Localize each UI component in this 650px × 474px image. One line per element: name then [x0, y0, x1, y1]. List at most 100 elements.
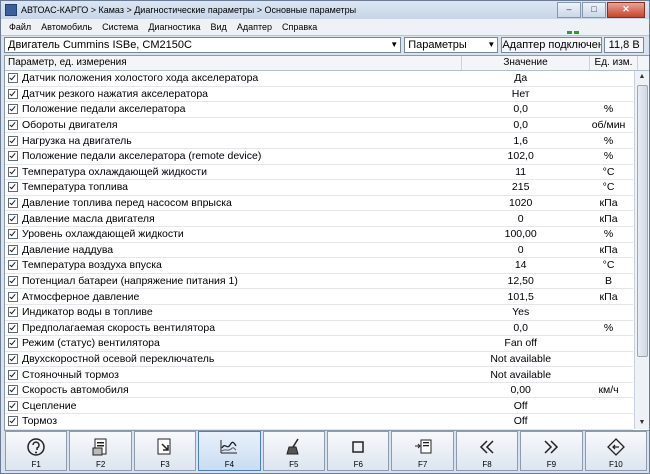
row-checkbox[interactable]: [8, 104, 18, 115]
table-row[interactable]: Потенциал батареи (напряжение питания 1)…: [5, 274, 633, 290]
row-checkbox[interactable]: [8, 385, 18, 396]
table-row[interactable]: Давление наддува 0 кПа: [5, 243, 633, 259]
param-name: Положение педали акселератора (remote de…: [22, 150, 262, 163]
row-checkbox[interactable]: [8, 182, 18, 193]
row-checkbox[interactable]: [8, 416, 18, 427]
row-checkbox[interactable]: [8, 88, 18, 99]
param-cell: Температура воздуха впуска: [5, 259, 457, 271]
value-cell: 0: [517, 212, 524, 225]
row-checkbox[interactable]: [8, 400, 18, 411]
menu-bar: Файл Автомобиль Система Диагностика Вид …: [1, 19, 649, 36]
row-checkbox[interactable]: [8, 260, 18, 271]
fkey-f7-button[interactable]: F7: [391, 431, 454, 471]
table-row[interactable]: Температура охлаждающей жидкости 11 °C: [5, 165, 633, 181]
unit-cell: кПа: [599, 243, 618, 256]
menu-file[interactable]: Файл: [9, 22, 31, 32]
param-name: Датчик резкого нажатия акселератора: [22, 87, 209, 100]
menu-adapter[interactable]: Адаптер: [237, 22, 272, 32]
table-row[interactable]: Скорость автомобиля 0,00 км/ч: [5, 383, 633, 399]
fkey-f5-button[interactable]: F5: [262, 431, 326, 471]
table-row[interactable]: Температура воздуха впуска 14 °C: [5, 258, 633, 274]
row-checkbox[interactable]: [8, 369, 18, 380]
row-checkbox[interactable]: [8, 307, 18, 318]
table-row[interactable]: Датчик резкого нажатия акселератора Нет: [5, 87, 633, 103]
param-name: Температура воздуха впуска: [22, 259, 162, 272]
scroll-thumb[interactable]: [637, 85, 648, 357]
table-row[interactable]: Уровень охлаждающей жидкости 100,00%: [5, 227, 633, 243]
value-cell: 215: [511, 181, 530, 194]
menu-diagnostics[interactable]: Диагностика: [148, 22, 200, 32]
value-cell: 0,0: [513, 321, 528, 334]
unit-cell: %: [603, 134, 614, 147]
header-param[interactable]: Параметр, ед. измерения: [5, 56, 462, 70]
row-checkbox[interactable]: [8, 213, 18, 224]
fkey-f2-button[interactable]: F2: [69, 431, 132, 471]
param-name: Потенциал батареи (напряжение питания 1): [22, 275, 238, 288]
menu-vehicle[interactable]: Автомобиль: [41, 22, 92, 32]
fkey-f8-button[interactable]: F8: [455, 431, 519, 471]
fkey-f1-button[interactable]: F1: [5, 431, 68, 471]
row-checkbox[interactable]: [8, 73, 18, 84]
row-checkbox[interactable]: [8, 353, 18, 364]
scroll-down-icon[interactable]: ▼: [635, 417, 649, 429]
row-checkbox[interactable]: [8, 198, 18, 209]
fkey-f10-button[interactable]: F10: [584, 431, 648, 471]
row-checkbox[interactable]: [8, 229, 18, 240]
table-row[interactable]: Индикатор воды в топливе Yes: [5, 305, 633, 321]
param-cell: Нагрузка на двигатель: [5, 135, 457, 147]
row-checkbox[interactable]: [8, 135, 18, 146]
table-row[interactable]: Стояночный тормоз Not available: [5, 367, 633, 383]
value-cell: 12,50: [507, 275, 534, 288]
vertical-scrollbar[interactable]: ▲ ▼: [634, 71, 649, 429]
fkey-f9-button[interactable]: F9: [520, 431, 583, 471]
header-value[interactable]: Значение: [462, 56, 590, 70]
fkey-f3-button[interactable]: F3: [133, 431, 197, 471]
table-row[interactable]: Обороты двигателя 0,0 об/мин: [5, 118, 633, 134]
value-cell: Off: [513, 415, 528, 428]
row-checkbox[interactable]: [8, 244, 18, 255]
header-unit[interactable]: Ед. изм.: [590, 56, 638, 70]
unit-cell: %: [603, 150, 614, 163]
table-row[interactable]: Положение педали акселератора (remote de…: [5, 149, 633, 165]
menu-help[interactable]: Справка: [282, 22, 317, 32]
close-button[interactable]: ✕: [607, 2, 645, 18]
maximize-button[interactable]: □: [582, 2, 606, 18]
row-checkbox[interactable]: [8, 338, 18, 349]
engine-select[interactable]: Двигатель Cummins ISBe, CM2150C ▼: [4, 37, 402, 53]
row-checkbox[interactable]: [8, 322, 18, 333]
params-select[interactable]: Параметры ▼: [404, 37, 499, 53]
row-checkbox[interactable]: [8, 166, 18, 177]
table-row[interactable]: Предполагаемая скорость вентилятора 0,0%: [5, 321, 633, 337]
fkey-f4-button[interactable]: F4: [198, 431, 261, 471]
table-row[interactable]: Атмосферное давление 101,5 кПа: [5, 289, 633, 305]
table-row[interactable]: Тормоз Off: [5, 414, 633, 430]
param-name: Сцепление: [22, 399, 77, 412]
table-row[interactable]: Нагрузка на двигатель 1,6%: [5, 133, 633, 149]
fkey-f6-button[interactable]: F6: [327, 431, 390, 471]
value-cell: 101,5: [507, 290, 534, 303]
value-cell: 0,0: [513, 119, 528, 132]
table-row[interactable]: Режим (статус) вентилятора Fan off: [5, 336, 633, 352]
table-row[interactable]: Двухскоростной осевой переключатель Not a…: [5, 352, 633, 368]
table-row[interactable]: Давление масла двигателя 0 кПа: [5, 211, 633, 227]
value-cell: 1020: [509, 197, 533, 210]
menu-view[interactable]: Вид: [211, 22, 227, 32]
unit-cell: %: [603, 321, 614, 334]
unit-cell: %: [603, 103, 614, 116]
row-checkbox[interactable]: [8, 120, 18, 131]
scroll-up-icon[interactable]: ▲: [635, 71, 649, 83]
row-checkbox[interactable]: [8, 276, 18, 287]
forward-icon: [544, 440, 559, 454]
table-row[interactable]: Температура топлива 215 °C: [5, 180, 633, 196]
exit-icon: [606, 438, 625, 456]
table-row[interactable]: Положение педали акселератора 0,0%: [5, 102, 633, 118]
param-cell: Режим (статус) вентилятора: [5, 337, 457, 349]
table-row[interactable]: Сцепление Off: [5, 398, 633, 415]
menu-system[interactable]: Система: [102, 22, 138, 32]
table-row[interactable]: Давление топлива перед насосом впрыска 10…: [5, 196, 633, 212]
param-cell: Тормоз: [5, 415, 457, 427]
row-checkbox[interactable]: [8, 151, 18, 162]
minimize-button[interactable]: –: [557, 2, 581, 18]
row-checkbox[interactable]: [8, 291, 18, 302]
table-row[interactable]: Датчик положения холостого хода акселера…: [5, 71, 633, 87]
